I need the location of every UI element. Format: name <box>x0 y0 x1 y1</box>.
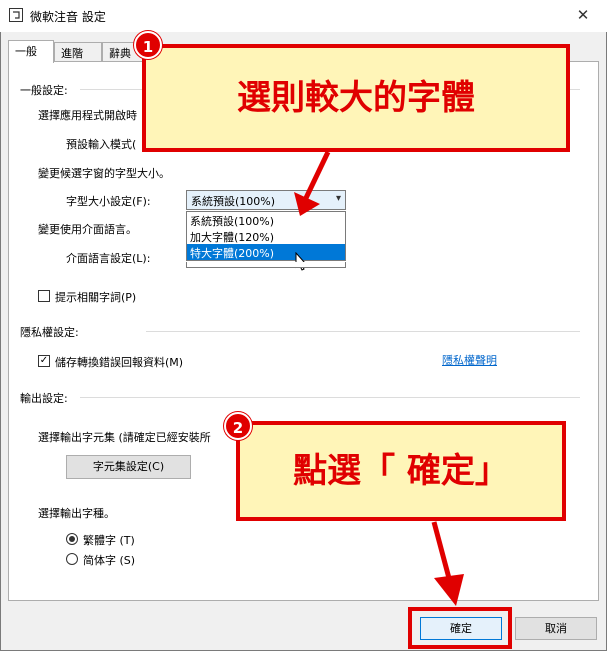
default-mode-label: 預設輸入模式( <box>66 138 137 151</box>
font-size-label: 字型大小設定(F): <box>66 195 151 208</box>
charset-label: 選擇輸出字元集 (請確定已經安裝所 <box>38 431 211 444</box>
callout-select-font: 選則較大的字體 <box>142 44 570 152</box>
arrow-down-icon-2 <box>431 521 464 606</box>
cancel-button[interactable]: 取消 <box>515 617 597 640</box>
app-mode-label: 選擇應用程式開啟時 <box>38 109 137 122</box>
font-size-option-xlarge[interactable]: 特大字體(200%) <box>187 244 345 260</box>
traditional-label: 繁體字 (T) <box>83 534 135 547</box>
callout-click-ok: 點選「 確定」 <box>236 421 566 521</box>
step-badge-1: 1 <box>134 31 162 59</box>
privacy-section-title: 隱私權設定: <box>20 326 79 339</box>
simplified-label: 简体字 (S) <box>83 554 136 567</box>
save-errors-checkbox[interactable]: ✓ <box>38 355 50 367</box>
ui-lang-select[interactable] <box>186 262 346 268</box>
privacy-separator <box>146 331 580 332</box>
general-section-title: 一般設定: <box>20 84 68 97</box>
window-title: 微軟注音 設定 <box>30 10 106 24</box>
step-badge-2: 2 <box>224 412 252 440</box>
font-size-selected: 系統預設(100%) <box>191 195 276 208</box>
output-section-title: 輸出設定: <box>20 392 68 405</box>
ok-button-highlight <box>408 607 512 649</box>
app-icon <box>9 8 23 22</box>
related-words-checkbox[interactable] <box>38 290 50 302</box>
simplified-radio[interactable] <box>66 553 78 565</box>
ui-lang-setting-label: 介面語言設定(L): <box>66 252 151 265</box>
traditional-radio[interactable] <box>66 533 78 545</box>
privacy-link[interactable]: 隱私權聲明 <box>442 352 497 368</box>
font-size-option-large[interactable]: 加大字體(120%) <box>187 228 345 244</box>
tab-advanced[interactable]: 進階 <box>54 42 102 62</box>
title-bar: 微軟注音 設定 ✕ <box>0 0 607 32</box>
output-separator <box>80 397 580 398</box>
charset-button[interactable]: 字元集設定(C) <box>66 455 191 479</box>
arrow-down-icon-1 <box>294 150 331 216</box>
char-type-label: 選擇輸出字種。 <box>38 507 115 520</box>
candidate-font-label: 變更候選字窗的字型大小。 <box>38 167 170 180</box>
related-words-label: 提示相關字詞(P) <box>55 291 137 304</box>
tab-general[interactable]: 一般 <box>8 40 54 63</box>
save-errors-label: 儲存轉換錯誤回報資料(M) <box>55 356 184 369</box>
ui-lang-label: 變更使用介面語言。 <box>38 223 137 236</box>
close-icon[interactable]: ✕ <box>560 0 606 30</box>
